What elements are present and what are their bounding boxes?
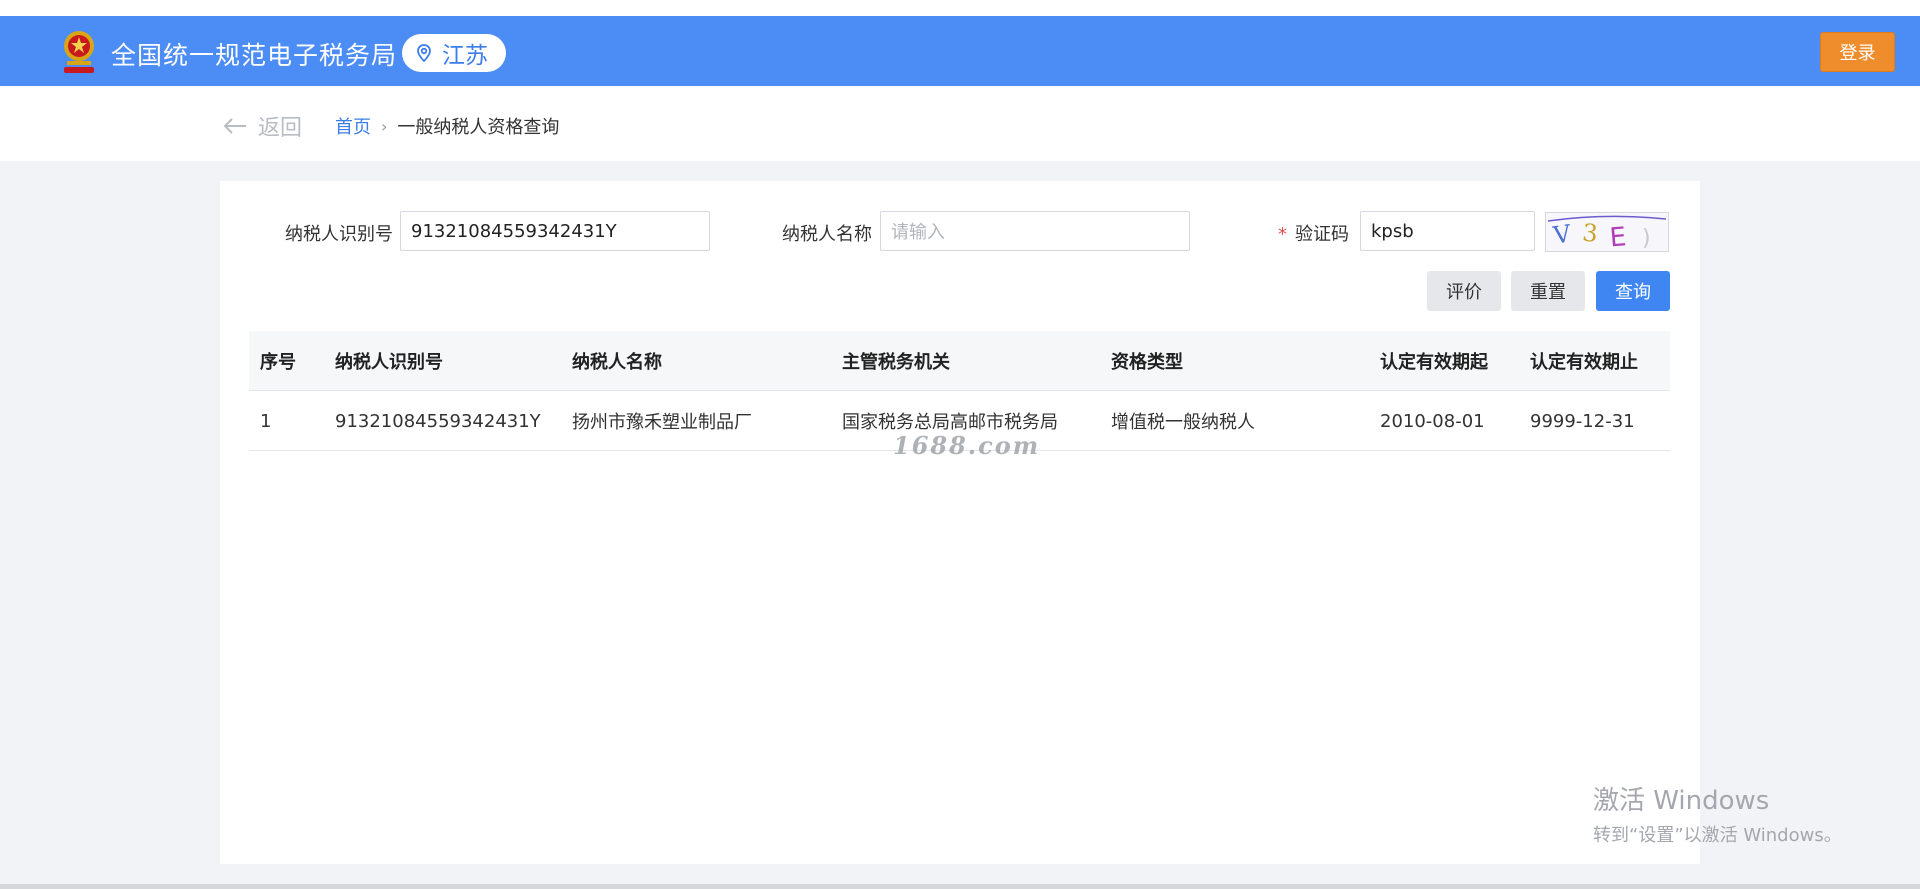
back-button[interactable]: 返回	[222, 110, 302, 142]
cell-taxpayer-id: 91321084559342431Y	[335, 410, 541, 432]
cell-taxpayer-name: 扬州市豫禾塑业制品厂	[572, 412, 752, 433]
captcha-input[interactable]: kpsb	[1360, 211, 1535, 251]
region-selector[interactable]: 江苏	[402, 34, 506, 72]
cell-index: 1	[260, 410, 272, 432]
windows-activation-notice: 激活 Windows 转到“设置”以激活 Windows。	[1593, 780, 1842, 847]
taxpayer-id-label: 纳税人识别号	[285, 224, 393, 245]
taxpayer-name-placeholder: 请输入	[891, 222, 945, 243]
col-header-tax-authority: 主管税务机关	[842, 352, 950, 373]
captcha-label: 验证码	[1295, 224, 1349, 245]
svg-text:E: E	[1608, 222, 1627, 251]
col-header-valid-from: 认定有效期起	[1380, 352, 1488, 373]
captcha-label-group: * 验证码	[1278, 220, 1349, 246]
col-header-qualification-type: 资格类型	[1111, 352, 1183, 373]
cell-valid-to: 9999-12-31	[1530, 410, 1635, 432]
top-strip	[0, 0, 1920, 16]
captcha-glyphs: V 3 E )	[1547, 215, 1667, 253]
evaluate-button[interactable]: 评价	[1427, 271, 1501, 311]
activation-title: 激活 Windows	[1593, 786, 1770, 816]
taxpayer-name-label: 纳税人名称	[782, 224, 872, 245]
col-header-index: 序号	[260, 352, 296, 373]
required-mark: *	[1278, 224, 1287, 245]
breadcrumb: 首页 › 一般纳税人资格查询	[335, 113, 559, 139]
table-header: 序号 纳税人识别号 纳税人名称 主管税务机关 资格类型 认定有效期起 认定有效期…	[249, 331, 1670, 391]
arrow-left-icon	[223, 118, 246, 134]
breadcrumb-separator: ›	[381, 116, 388, 136]
site-title: 全国统一规范电子税务局	[111, 41, 398, 70]
site-header: 全国统一规范电子税务局 江苏 登录	[0, 16, 1920, 86]
col-header-taxpayer-id: 纳税人识别号	[335, 352, 443, 373]
site-watermark: 1688.com	[893, 431, 1041, 460]
cell-qualification-type: 增值税一般纳税人	[1111, 412, 1255, 433]
activation-subtitle: 转到“设置”以激活 Windows。	[1593, 825, 1842, 846]
taxpayer-id-value: 91321084559342431Y	[411, 220, 617, 242]
breadcrumb-current: 一般纳税人资格查询	[397, 117, 560, 138]
region-label: 江苏	[442, 43, 488, 69]
nav-bar: 返回 首页 › 一般纳税人资格查询	[0, 86, 1920, 161]
back-label: 返回	[258, 116, 303, 141]
taxpayer-id-input[interactable]: 91321084559342431Y	[400, 211, 710, 251]
cell-valid-from: 2010-08-01	[1380, 410, 1485, 432]
bottom-border	[0, 884, 1920, 889]
col-header-valid-to: 认定有效期止	[1530, 352, 1638, 373]
captcha-image[interactable]: V 3 E )	[1545, 212, 1669, 253]
svg-text:3: 3	[1581, 218, 1599, 247]
login-button[interactable]: 登录	[1820, 32, 1895, 72]
location-pin-icon	[417, 44, 431, 63]
national-emblem-icon	[64, 31, 94, 73]
breadcrumb-home-link[interactable]: 首页	[335, 113, 371, 139]
svg-text:): )	[1642, 226, 1651, 251]
svg-text:V: V	[1551, 220, 1574, 250]
captcha-value: kpsb	[1371, 220, 1414, 242]
query-button[interactable]: 查询	[1596, 271, 1670, 311]
col-header-taxpayer-name: 纳税人名称	[572, 352, 662, 373]
reset-button[interactable]: 重置	[1511, 271, 1585, 311]
taxpayer-name-input[interactable]: 请输入	[880, 211, 1190, 251]
